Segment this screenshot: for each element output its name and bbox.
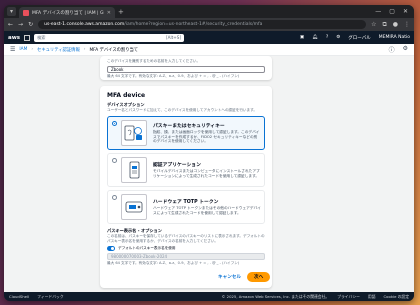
- back-icon[interactable]: ←: [8, 21, 13, 28]
- notifications-icon[interactable]: 🔔︎: [312, 35, 318, 40]
- passkey-radio[interactable]: [112, 120, 117, 126]
- region-selector[interactable]: グローバル: [348, 35, 370, 41]
- account-menu[interactable]: MEMIRA Natio: [379, 35, 410, 40]
- device-name-help: このデバイスを識別するための名前を入力してください。: [107, 59, 201, 63]
- search-placeholder: 検索: [37, 34, 46, 40]
- passkey-display-name-field[interactable]: 980000070003-Zbook-2024: [107, 253, 265, 260]
- feedback-link[interactable]: フィードバック: [37, 294, 64, 300]
- aws-top-nav: aws 検索 [Alt+S] ▣ 🔔︎ ? ⚙ グローバル MEMIRA Nat…: [4, 31, 414, 44]
- option-passkey[interactable]: パスキーまたはセキュリティキー 指紋、顔、または画面ロックを使用して認証します。…: [107, 116, 265, 150]
- default-name-toggle[interactable]: [107, 246, 115, 251]
- device-options-desc: ユーザー名とパスワードに加えて、このデバイスを使用してアカウントへの認証を行いま…: [107, 108, 257, 112]
- address-row: ← → ↻ us-east-1.console.aws.amazon.com/i…: [4, 18, 414, 31]
- browser-tab[interactable]: MFA デバイスの割り当て | IAM | Glo... ✕: [19, 7, 115, 18]
- breadcrumb-current: MFA デバイスの割り当て: [89, 47, 139, 53]
- cloudshell-link[interactable]: CloudShell: [9, 294, 29, 299]
- info-panel-icon[interactable]: ⓘ: [389, 45, 395, 54]
- services-grid-icon[interactable]: [24, 34, 31, 41]
- option-authenticator-title: 認証アプリケーション: [153, 163, 201, 169]
- device-name-hint: 最大 64 文字です。有効な文字: A-Z、a-z、0-9、および + = , …: [107, 74, 240, 78]
- default-name-toggle-label: デフォルトのパスキー表示名を使用: [118, 246, 176, 250]
- mfa-device-card: MFA device デバイスオプション ユーザー名とパスワードに加えて、このデ…: [100, 86, 272, 288]
- cancel-button[interactable]: キャンセル: [218, 274, 241, 280]
- copyright-text: © 2025, Amazon Web Services, Inc. またはその関…: [221, 293, 330, 299]
- tab-strip: ▾ MFA デバイスの割り当て | IAM | Glo... ✕ + — ▢ ✕: [4, 5, 414, 18]
- profile-icon[interactable]: ●: [393, 21, 398, 29]
- cookie-settings-link[interactable]: Cookie の設定: [384, 294, 409, 300]
- device-name-field[interactable]: Zbook: [107, 66, 265, 73]
- search-shortcut: [Alt+S]: [165, 34, 182, 40]
- settings-icon[interactable]: ⚙: [336, 35, 340, 40]
- reload-icon[interactable]: ↻: [28, 21, 33, 28]
- browser-window: ▾ MFA デバイスの割り当て | IAM | Glo... ✕ + — ▢ ✕…: [4, 5, 414, 301]
- address-bar[interactable]: us-east-1.console.aws.amazon.com/iam/hom…: [38, 20, 367, 29]
- console-footer: CloudShell フィードバック © 2025, Amazon Web Se…: [4, 292, 414, 301]
- new-tab-icon[interactable]: +: [118, 8, 124, 16]
- breadcrumb-separator-icon: ›: [83, 47, 86, 52]
- browser-menu-icon[interactable]: ⋮: [404, 21, 410, 29]
- menu-toggle-icon[interactable]: ☰: [10, 46, 15, 53]
- terms-link[interactable]: 用語: [368, 294, 376, 300]
- authenticator-app-radio[interactable]: [112, 157, 117, 163]
- breadcrumb: ☰ IAM › セキュリティ認証情報 › MFA デバイスの割り当て ⓘ ⚙: [4, 44, 414, 56]
- option-passkey-desc: 指紋、顔、または画面ロックを使用して認証します。このデバイスでパスキーを作成する…: [153, 129, 260, 144]
- passkey-display-name-desc: この名前は、パスキーを保存しているデバイスのパスキーのリストに表示されます。デフ…: [107, 234, 265, 243]
- tab-title: MFA デバイスの割り当て | IAM | Glo...: [32, 10, 104, 16]
- option-hardware-title: ハードウェア TOTP トークン: [153, 200, 219, 206]
- close-window-icon[interactable]: ✕: [403, 8, 408, 15]
- extensions-icon[interactable]: ⧉: [382, 21, 386, 29]
- forward-icon[interactable]: →: [18, 21, 23, 28]
- cloudshell-icon[interactable]: ▣: [300, 35, 304, 40]
- hardware-token-icon: [121, 194, 147, 220]
- maximize-icon[interactable]: ▢: [389, 8, 395, 15]
- authenticator-app-icon: [121, 157, 147, 183]
- next-button[interactable]: 次へ: [246, 272, 271, 282]
- breadcrumb-iam[interactable]: IAM: [19, 47, 27, 52]
- hardware-totp-radio[interactable]: [112, 194, 117, 200]
- option-passkey-title: パスキーまたはセキュリティキー: [153, 123, 225, 129]
- aws-favicon-icon: [23, 9, 29, 16]
- minimize-icon[interactable]: —: [375, 8, 381, 15]
- url-path: /iam/home?region=us-northeast-1#/securit…: [124, 22, 263, 27]
- passkey-display-name-hint: 最大 64 文字です。有効な文字: A-Z、a-z、0-9、および + = , …: [107, 261, 240, 265]
- option-authenticator-desc: モバイルデバイスまたはコンピュータにインストールされたアプリケーションによって生…: [153, 169, 260, 178]
- tab-list-button[interactable]: ▾: [7, 7, 16, 16]
- breadcrumb-security-credentials[interactable]: セキュリティ認証情報: [37, 47, 80, 53]
- bookmark-star-icon[interactable]: ☆: [371, 21, 376, 29]
- window-controls: — ▢ ✕: [375, 8, 414, 15]
- mfa-device-title: MFA device: [107, 92, 146, 99]
- breadcrumb-separator-icon: ›: [31, 47, 34, 52]
- aws-logo[interactable]: aws: [8, 35, 20, 41]
- option-hardware-totp[interactable]: ハードウェア TOTP トークン ハードウェア TOTP トークンまたはその他の…: [107, 190, 265, 224]
- url-host: us-east-1.console.aws.amazon.com: [44, 22, 125, 27]
- passkey-icon: [121, 120, 147, 146]
- main-content: このデバイスを識別するための名前を入力してください。 Zbook 最大 64 文…: [4, 56, 414, 293]
- help-icon[interactable]: ?: [326, 35, 328, 40]
- preferences-gear-icon[interactable]: ⚙: [403, 45, 408, 54]
- option-hardware-desc: ハードウェア TOTP トークンまたはその他のハードウェアデバイスによって生成さ…: [153, 206, 261, 215]
- form-actions: キャンセル 次へ: [218, 272, 271, 282]
- close-tab-icon[interactable]: ✕: [107, 10, 111, 16]
- search-input[interactable]: 検索 [Alt+S]: [34, 33, 185, 42]
- privacy-link[interactable]: プライバシー: [337, 294, 360, 300]
- device-name-card: このデバイスを識別するための名前を入力してください。 Zbook 最大 64 文…: [100, 56, 272, 80]
- option-authenticator-app[interactable]: 認証アプリケーション モバイルデバイスまたはコンピュータにインストールされたアプ…: [107, 153, 265, 187]
